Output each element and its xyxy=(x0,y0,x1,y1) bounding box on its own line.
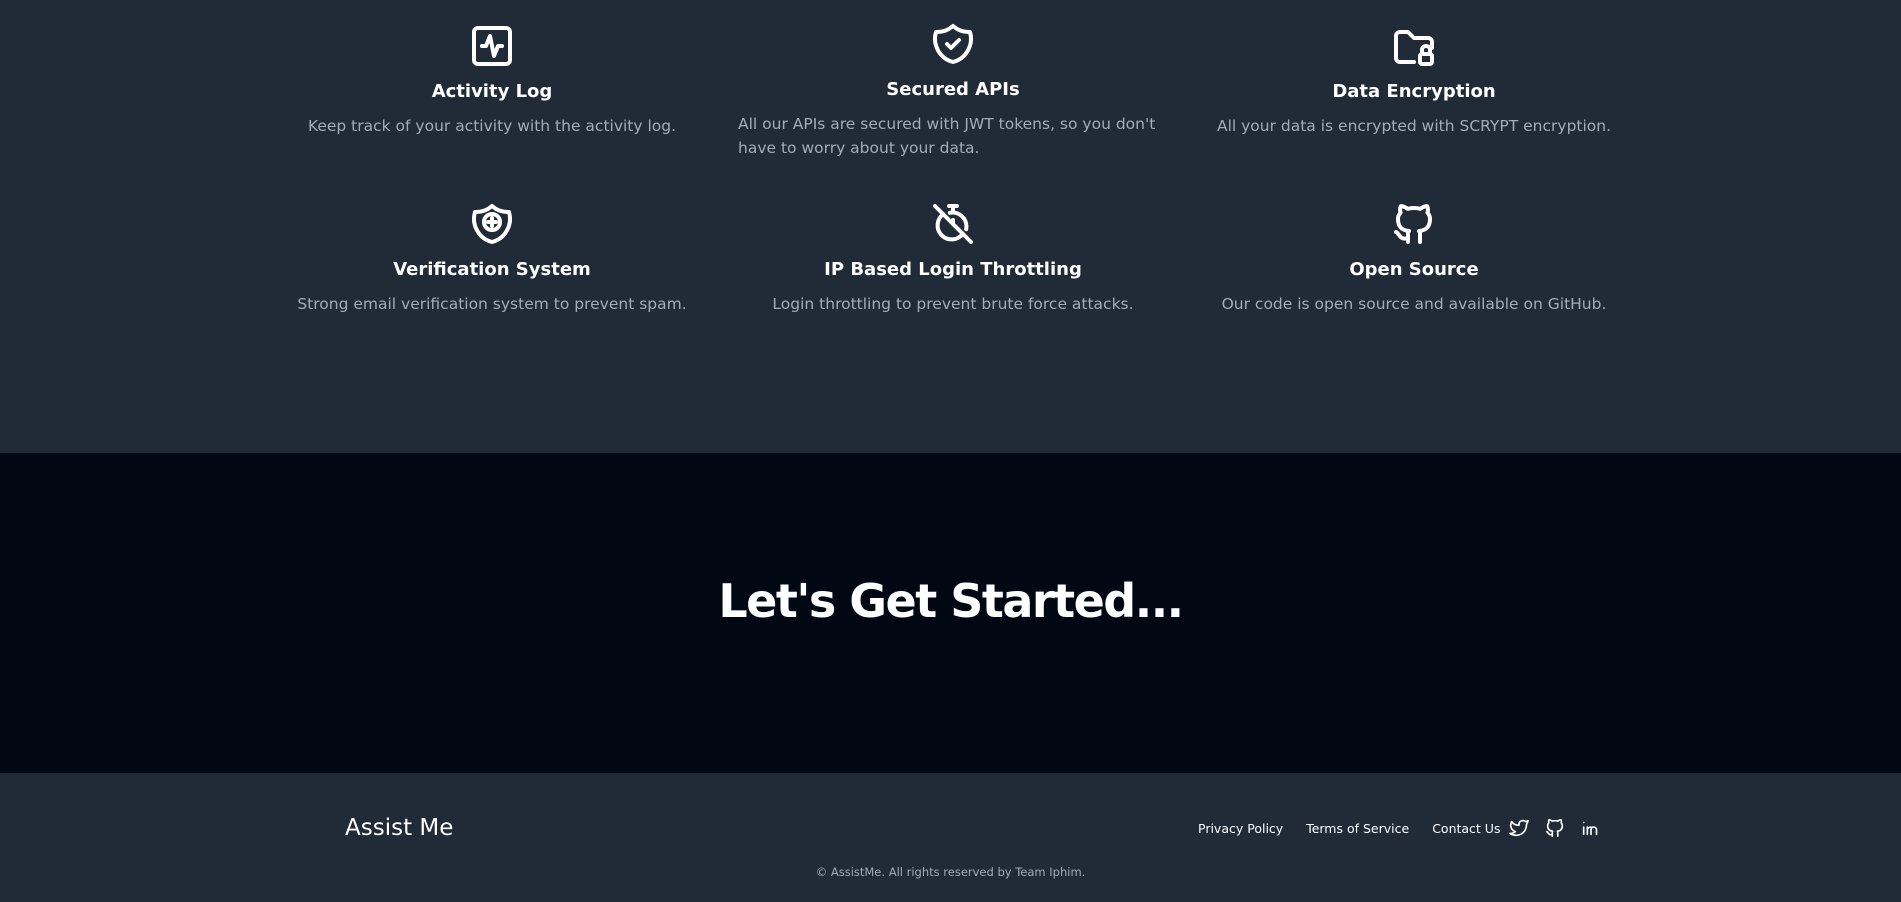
feature-title: Activity Log xyxy=(431,81,553,102)
footer-nav: Privacy Policy Terms of Service Contact … xyxy=(1198,816,1616,840)
footer: Assist Me Privacy Policy Terms of Servic… xyxy=(0,773,1901,902)
linkedin-icon[interactable] xyxy=(1580,817,1602,839)
github-icon xyxy=(1390,200,1438,248)
feature-description: Our code is open source and available on… xyxy=(1221,295,1607,313)
github-icon[interactable] xyxy=(1544,817,1566,839)
terms-of-service-link[interactable]: Terms of Service xyxy=(1306,821,1409,836)
feature-title: Data Encryption xyxy=(1332,81,1496,102)
feature-verification-system: Verification System Strong email verific… xyxy=(277,200,707,316)
feature-activity-log: Activity Log Keep track of your activity… xyxy=(277,22,707,138)
copyright: © AssistMe. All rights reserved by Team … xyxy=(815,865,1086,879)
footer-brand[interactable]: Assist Me xyxy=(345,813,453,843)
shield-plus-icon xyxy=(468,200,516,248)
feature-description: Login throttling to prevent brute force … xyxy=(772,295,1134,313)
activity-icon xyxy=(468,22,516,70)
cta-heading: Let's Get Started... xyxy=(718,574,1184,628)
folder-lock-icon xyxy=(1390,22,1438,70)
privacy-policy-link[interactable]: Privacy Policy xyxy=(1198,821,1283,836)
feature-secured-apis: Secured APIs All our APIs are secured wi… xyxy=(738,20,1168,160)
feature-description: All your data is encrypted with SCRYPT e… xyxy=(1216,117,1612,135)
feature-title: Verification System xyxy=(393,259,591,280)
shield-check-icon xyxy=(929,20,977,68)
features-section: Activity Log Keep track of your activity… xyxy=(0,0,1901,453)
feature-title: IP Based Login Throttling xyxy=(824,259,1082,280)
contact-us-link[interactable]: Contact Us xyxy=(1432,821,1500,836)
feature-open-source: Open Source Our code is open source and … xyxy=(1199,200,1629,316)
feature-data-encryption: Data Encryption All your data is encrypt… xyxy=(1199,22,1629,138)
cta-section: Let's Get Started... xyxy=(0,453,1901,773)
feature-description: Keep track of your activity with the act… xyxy=(307,117,677,135)
timer-off-icon xyxy=(929,200,977,248)
twitter-icon[interactable] xyxy=(1508,817,1530,839)
feature-description: All our APIs are secured with JWT tokens… xyxy=(738,115,1156,157)
feature-title: Open Source xyxy=(1349,259,1479,280)
feature-title: Secured APIs xyxy=(886,79,1020,100)
feature-description: Strong email verification system to prev… xyxy=(297,295,687,313)
feature-login-throttling: IP Based Login Throttling Login throttli… xyxy=(738,200,1168,316)
